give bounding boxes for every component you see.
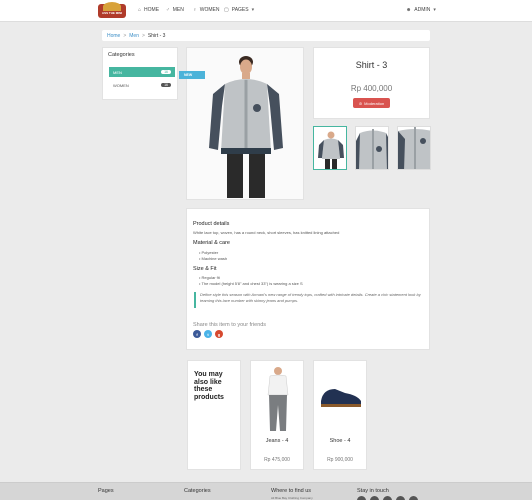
logo-text: ASS THE MINI [101,11,123,15]
thumbnail-photo [398,127,430,169]
category-label: WOMEN [113,82,129,88]
breadcrumb-home[interactable]: Home [107,33,120,39]
facebook-icon[interactable]: f [193,330,201,338]
related-product-name[interactable]: Shoe - 4 [314,438,366,444]
footer: Pages Categories Where to find us Ali Bl… [0,482,532,500]
related-product-price: Rp 475,000 [264,457,290,463]
nav-pages-label: PAGES [231,7,249,13]
moderation-icon: ⊘ [358,100,363,106]
breadcrumb-current: Shirt - 3 [147,33,166,39]
email-icon[interactable] [409,496,418,500]
material-item-text: Machine wash [201,256,228,261]
categories-title: Categories [108,52,135,58]
material-item-text: Polyester [201,250,219,255]
nav-pages[interactable]: ▢ PAGES ▾ [224,7,254,13]
footer-pages-heading: Pages [98,488,114,494]
thumbnail-photo [356,129,388,169]
top-navbar: ASS THE MINI ⌂ HOME ♂ MEN ♀ WOMEN ▢ PAGES ▾ ☻… [0,0,532,22]
category-item-women[interactable]: WOMEN 16 [109,80,175,90]
related-products-title: You may also like these products [194,371,224,401]
nav-home[interactable]: ⌂ HOME [138,7,159,13]
jeans-photo [267,367,289,431]
pages-icon: ▢ [224,7,229,13]
category-item-men[interactable]: MEN 16 [109,67,175,77]
google-plus-icon[interactable]: g [215,330,223,338]
caret-down-icon: ▾ [251,7,255,13]
breadcrumb-separator: > [123,33,127,39]
nav-home-label: HOME [144,7,160,13]
nav-men[interactable]: ♂ MEN [166,7,184,13]
thumbnail-3[interactable] [397,126,431,170]
product-title: Shirt - 3 [355,60,388,70]
product-info-card: Shirt - 3 Rp 400,000 ⊘ Moderation [313,47,430,119]
product-details-text: White lace top, woven, has a round neck,… [193,230,340,235]
footer-address: Ali Blue Bay Clothing Company [271,496,313,500]
related-product-price: Rp 900,000 [327,457,353,463]
moderation-label: Moderation [364,100,385,106]
related-products-heading-card: You may also like these products [187,360,241,470]
breadcrumb: Home > Men > Shirt - 3 [102,30,430,41]
related-product-card[interactable]: Shoe - 4 Rp 900,000 [313,360,367,470]
new-badge: NEW [179,71,205,79]
category-label: MEN [113,69,122,75]
thumbnail-2[interactable] [355,126,389,170]
nav-men-label: MEN [172,7,184,13]
user-menu-label: ADMIN [414,7,431,13]
moderation-button[interactable]: ⊘ Moderation [353,98,390,108]
nav-women[interactable]: ♀ WOMEN [193,7,219,13]
footer-categories-heading: Categories [184,488,211,494]
male-icon: ♂ [166,7,170,13]
facebook-icon[interactable] [357,496,366,500]
size-item-text: Regular fit [201,275,220,280]
product-quote: Define style this season with Armani's n… [194,292,426,308]
site-logo[interactable]: ASS THE MINI [98,2,126,18]
home-icon: ⌂ [138,7,142,13]
product-price: Rp 400,000 [350,84,393,93]
share-title: Share this item to your friends [193,322,267,328]
footer-find-us-heading: Where to find us [271,488,312,494]
main-product-image[interactable] [186,47,304,200]
twitter-icon[interactable]: t [204,330,212,338]
breadcrumb-men[interactable]: Men [129,33,139,39]
category-count-badge: 16 [161,70,171,74]
material-item: • Polyester [199,250,219,255]
caret-down-icon: ▾ [433,7,436,13]
related-product-name[interactable]: Jeans - 4 [251,438,303,444]
categories-card: Categories MEN 16 WOMEN 16 [102,47,178,100]
instagram-icon[interactable] [396,496,405,500]
material-heading: Material & care [193,240,230,246]
user-icon: ☻ [406,7,412,13]
size-item: • The model (height 5'8" and chest 33") … [199,281,303,286]
user-menu[interactable]: ☻ ADMIN ▾ [406,7,436,13]
size-fit-heading: Size & Fit [193,266,217,272]
footer-stay-in-touch-heading: Stay in touch [357,488,389,494]
related-product-card[interactable]: Jeans - 4 Rp 475,000 [250,360,304,470]
twitter-icon[interactable] [370,496,379,500]
google-plus-icon[interactable] [383,496,392,500]
breadcrumb-separator: > [142,33,145,39]
nav-women-label: WOMEN [199,7,220,13]
thumbnail-1[interactable] [313,126,347,170]
category-count-badge: 16 [161,83,171,87]
product-details-heading: Product details [193,221,230,227]
shoe-photo [321,389,361,407]
size-item: • Regular fit [199,275,220,280]
thumbnail-photo [318,131,344,169]
size-item-text: The model (height 5'8" and chest 33") is… [201,281,303,286]
female-icon: ♀ [193,7,197,13]
material-item: • Machine wash [199,256,228,261]
